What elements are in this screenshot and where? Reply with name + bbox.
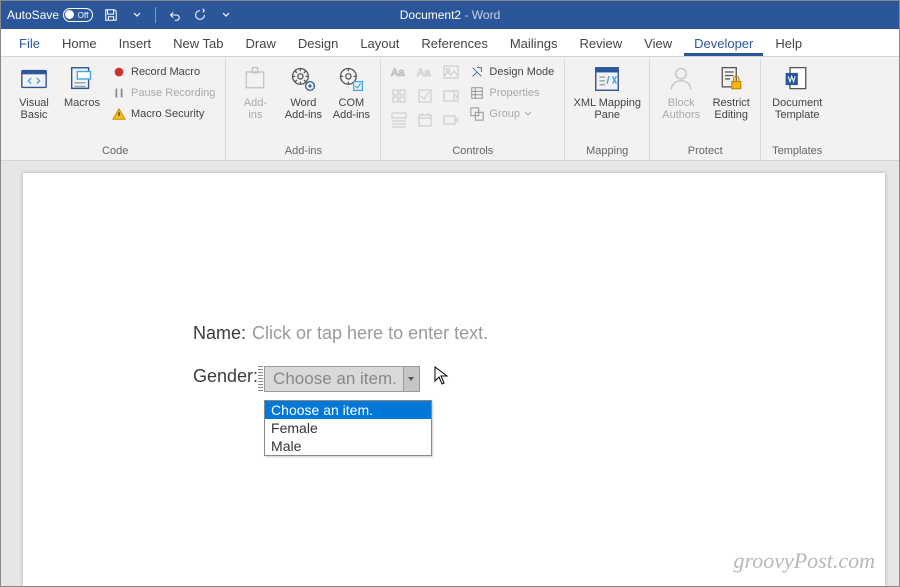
combo-box[interactable]: Choose an item. <box>264 366 420 392</box>
restrict-editing-icon <box>715 63 747 95</box>
combo-handle-icon[interactable] <box>258 366 263 392</box>
pause-icon <box>111 85 127 101</box>
watermark: groovyPost.com <box>733 548 875 574</box>
combo-current-value: Choose an item. <box>265 369 403 389</box>
gender-label: Gender: <box>193 366 258 387</box>
xml-mapping-button[interactable]: XML Mapping Pane <box>571 61 643 121</box>
autosave-toggle[interactable]: AutoSave Off <box>7 8 93 22</box>
group-templates: Document Template Templates <box>761 59 833 160</box>
group-button: Group <box>465 105 558 123</box>
document-template-icon <box>781 63 813 95</box>
group-addins: Add- ins Word Add-ins COM Add-ins Add-in… <box>226 59 381 160</box>
com-addins-icon <box>335 63 367 95</box>
autosave-label: AutoSave <box>7 8 59 22</box>
building-block-control-icon <box>387 85 411 107</box>
save-icon[interactable] <box>103 7 119 23</box>
svg-text:Aa: Aa <box>391 67 405 79</box>
redo-icon[interactable] <box>192 7 208 23</box>
group-protect-label: Protect <box>656 143 754 160</box>
qat-dropdown-icon[interactable] <box>218 7 234 23</box>
date-control-icon <box>413 109 437 131</box>
record-macro-icon <box>111 64 127 80</box>
warning-icon <box>111 106 127 122</box>
record-macro-button[interactable]: Record Macro <box>107 63 219 81</box>
tab-file[interactable]: File <box>9 30 50 56</box>
properties-button: Properties <box>465 84 558 102</box>
quick-access-toolbar <box>103 7 234 23</box>
document-page[interactable]: Name: Click or tap here to enter text. G… <box>23 173 885 586</box>
tab-help[interactable]: Help <box>765 30 812 56</box>
group-mapping: XML Mapping Pane Mapping <box>565 59 650 160</box>
group-controls: Aa Aa Design Mode <box>381 59 565 160</box>
ribbon: Visual Basic Macros Record Macro Pause R… <box>1 57 899 161</box>
addins-button: Add- ins <box>232 61 278 121</box>
tab-view[interactable]: View <box>634 30 682 56</box>
title-bar: AutoSave Off Document2 - Word <box>1 1 899 29</box>
combo-control-icon <box>439 85 463 107</box>
combo-dropdown-list: Choose an item. Female Male <box>264 400 432 456</box>
tab-references[interactable]: References <box>411 30 497 56</box>
svg-text:Aa: Aa <box>417 67 431 79</box>
gender-combo[interactable]: Choose an item. Choose an item. Female M… <box>264 366 420 392</box>
group-templates-label: Templates <box>767 143 827 160</box>
visual-basic-icon <box>18 63 50 95</box>
tab-review[interactable]: Review <box>570 30 633 56</box>
group-code-label: Code <box>11 143 219 160</box>
undo-icon[interactable] <box>166 7 182 23</box>
word-addins-button[interactable]: Word Add-ins <box>280 61 326 121</box>
group-addins-label: Add-ins <box>232 143 374 160</box>
design-mode-icon <box>469 64 485 80</box>
pause-recording-button: Pause Recording <box>107 84 219 102</box>
document-title: Document2 - Word <box>400 8 501 22</box>
group-mapping-label: Mapping <box>571 143 643 160</box>
tab-layout[interactable]: Layout <box>350 30 409 56</box>
group-control-icon <box>469 106 485 122</box>
combo-option[interactable]: Female <box>265 419 431 437</box>
block-authors-button: Block Authors <box>656 61 706 121</box>
combo-dropdown-button[interactable] <box>403 367 419 391</box>
design-mode-button[interactable]: Design Mode <box>465 63 558 81</box>
dropdown-control-icon <box>387 109 411 131</box>
xml-mapping-icon <box>591 63 623 95</box>
addins-icon <box>239 63 271 95</box>
combo-option[interactable]: Male <box>265 437 431 455</box>
mouse-cursor-icon <box>434 366 450 386</box>
name-label: Name: <box>193 323 246 344</box>
document-template-button[interactable]: Document Template <box>767 61 827 121</box>
control-grid: Aa Aa <box>387 61 463 131</box>
qat-dropdown-icon[interactable] <box>129 7 145 23</box>
macros-button[interactable]: Macros <box>59 61 105 109</box>
tab-design[interactable]: Design <box>288 30 348 56</box>
tab-draw[interactable]: Draw <box>236 30 286 56</box>
legacy-tools-icon <box>439 109 463 131</box>
block-authors-icon <box>665 63 697 95</box>
tab-newtab[interactable]: New Tab <box>163 30 233 56</box>
plain-text-control-icon: Aa <box>413 61 437 83</box>
document-workspace: Name: Click or tap here to enter text. G… <box>1 161 899 586</box>
checkbox-control-icon <box>413 85 437 107</box>
tab-insert[interactable]: Insert <box>109 30 162 56</box>
tab-home[interactable]: Home <box>52 30 107 56</box>
qat-separator <box>155 7 156 23</box>
autosave-switch[interactable]: Off <box>63 8 93 22</box>
restrict-editing-button[interactable]: Restrict Editing <box>708 61 754 121</box>
ribbon-tabs: File Home Insert New Tab Draw Design Lay… <box>1 29 899 57</box>
tab-mailings[interactable]: Mailings <box>500 30 568 56</box>
group-protect: Block Authors Restrict Editing Protect <box>650 59 761 160</box>
rich-text-control-icon: Aa <box>387 61 411 83</box>
com-addins-button[interactable]: COM Add-ins <box>328 61 374 121</box>
properties-icon <box>469 85 485 101</box>
macro-security-button[interactable]: Macro Security <box>107 105 219 123</box>
picture-control-icon <box>439 61 463 83</box>
tab-developer[interactable]: Developer <box>684 30 763 56</box>
name-placeholder[interactable]: Click or tap here to enter text. <box>252 323 488 344</box>
group-code: Visual Basic Macros Record Macro Pause R… <box>5 59 226 160</box>
group-controls-label: Controls <box>387 143 558 160</box>
combo-option[interactable]: Choose an item. <box>265 401 431 419</box>
visual-basic-button[interactable]: Visual Basic <box>11 61 57 121</box>
macros-icon <box>66 63 98 95</box>
word-addins-icon <box>287 63 319 95</box>
